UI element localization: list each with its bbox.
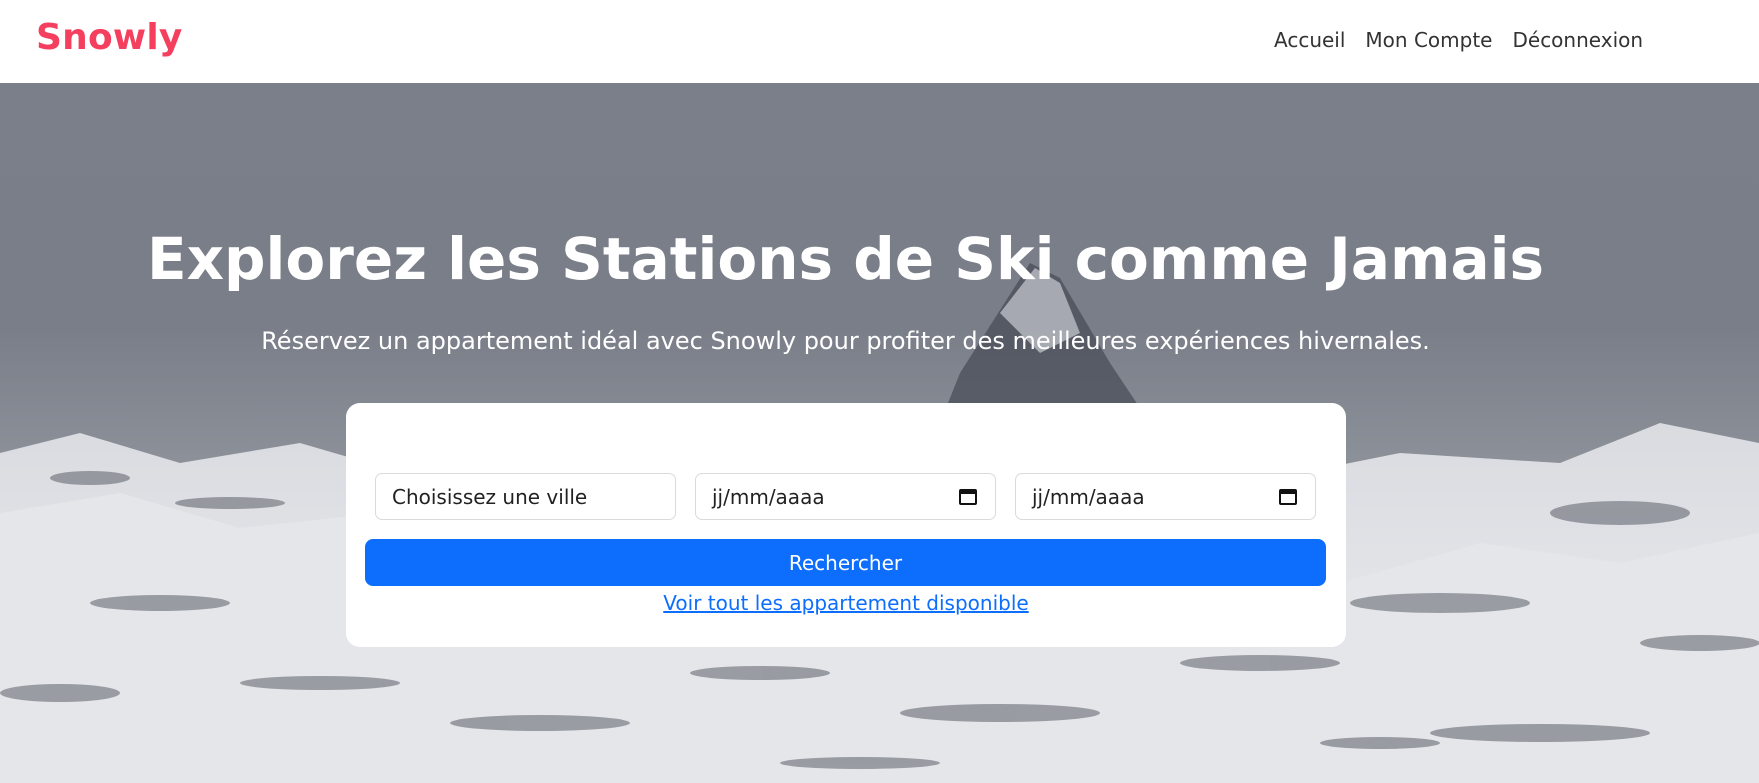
search-card: Choisissez une ville jj/mm/aaaa jj/mm/aa… [346, 403, 1346, 647]
search-button[interactable]: Rechercher [365, 539, 1326, 586]
nav-link-mon-compte[interactable]: Mon Compte [1365, 28, 1492, 52]
hero-section: Explorez les Stations de Ski comme Jamai… [0, 83, 1759, 783]
departure-date-placeholder: jj/mm/aaaa [1032, 484, 1145, 509]
nav-link-accueil[interactable]: Accueil [1274, 28, 1345, 52]
brand-logo[interactable]: Snowly [36, 17, 183, 58]
calendar-icon[interactable] [1279, 487, 1297, 505]
city-select-placeholder: Choisissez une ville [392, 484, 588, 509]
nav-link-deconnexion[interactable]: Déconnexion [1512, 28, 1643, 52]
arrival-date-placeholder: jj/mm/aaaa [712, 484, 825, 509]
navbar: Snowly Accueil Mon Compte Déconnexion [0, 0, 1759, 83]
nav-links: Accueil Mon Compte Déconnexion [1274, 28, 1643, 52]
calendar-icon[interactable] [959, 487, 977, 505]
hero-subtitle: Réservez un appartement idéal avec Snowl… [261, 327, 1430, 355]
departure-date-input[interactable]: jj/mm/aaaa [1015, 473, 1316, 520]
city-select[interactable]: Choisissez une ville [375, 473, 676, 520]
hero-title: Explorez les Stations de Ski comme Jamai… [147, 225, 1544, 293]
arrival-date-input[interactable]: jj/mm/aaaa [695, 473, 996, 520]
all-apartments-link[interactable]: Voir tout les appartement disponible [346, 591, 1346, 615]
